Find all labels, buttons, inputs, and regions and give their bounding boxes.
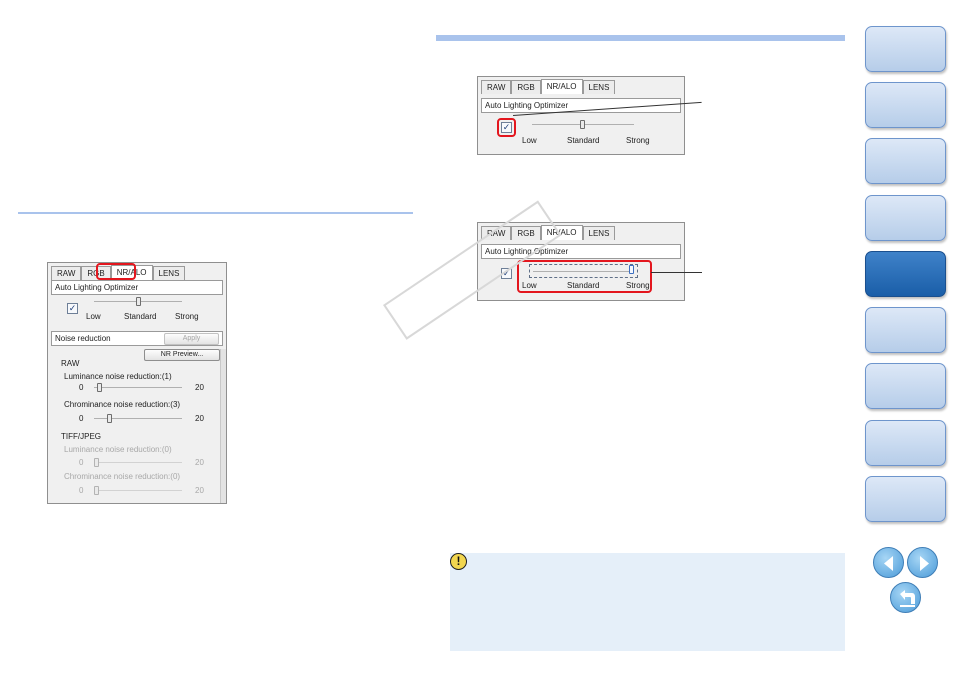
return-button[interactable] [890,582,921,613]
previous-page-button[interactable] [873,547,904,578]
apply-button[interactable]: Apply [164,333,219,345]
raw-chrominance-max: 20 [195,414,204,423]
panel-scrollbar[interactable] [220,349,226,503]
raw-luminance-max: 20 [195,383,204,392]
alo-section-header: Auto Lighting Optimizer [51,280,223,295]
tab-lens[interactable]: LENS [582,80,616,94]
side-tab-8[interactable] [865,420,946,466]
arrow-left-icon [884,556,893,571]
tiff-chrominance-thumb [94,486,99,495]
right-alo-panel-checkbox: RAW RGB NR/ALO LENS Auto Lighting Optimi… [477,76,685,155]
raw-chrominance-label: Chrominance noise reduction:(3) [64,400,181,409]
tab-rgb[interactable]: RGB [511,80,541,94]
tiff-luminance-track [94,462,182,463]
raw-chrominance-thumb[interactable] [107,414,112,423]
tiff-chrominance-label: Chrominance noise reduction:(0) [64,472,181,481]
slider-highlight [517,260,652,293]
side-tab-4[interactable] [865,195,946,241]
raw-chrominance-min: 0 [79,414,84,423]
alo-label-standard: Standard [124,312,157,321]
tab-raw[interactable]: RAW [51,266,82,280]
alo-label-strong: Strong [626,136,650,145]
tiff-luminance-max: 20 [195,458,204,467]
alo-label-low: Low [522,136,537,145]
raw-heading: RAW [61,359,80,368]
nr-preview-button[interactable]: NR Preview... [144,349,220,361]
side-tab-6[interactable] [865,307,946,353]
caution-note-box: ! [450,553,845,651]
alo-label-low: Low [86,312,101,321]
callout-line-2 [651,272,702,273]
raw-luminance-track [94,387,182,388]
tab-raw[interactable]: RAW [481,80,512,94]
tab-lens[interactable]: LENS [582,226,616,240]
tiff-chrominance-max: 20 [195,486,204,495]
side-tab-5-current[interactable] [865,251,946,297]
side-tab-7[interactable] [865,363,946,409]
nr-alo-tab-highlight [96,263,136,280]
raw-luminance-min: 0 [79,383,84,392]
tiff-luminance-label: Luminance noise reduction:(0) [64,445,172,454]
next-page-button[interactable] [907,547,938,578]
tiff-heading: TIFF/JPEG [61,432,101,441]
alo-slider-thumb[interactable] [136,297,141,306]
tab-bar: RAW RGB NR/ALO LENS [481,79,616,94]
alo-label-standard: Standard [567,136,600,145]
raw-luminance-label: Luminance noise reduction:(1) [64,372,172,381]
tiff-chrominance-min: 0 [79,486,84,495]
side-tab-9[interactable] [865,476,946,522]
return-icon [900,590,915,607]
section-rule-left [18,212,413,214]
tab-nr-alo[interactable]: NR/ALO [540,79,583,94]
tiff-luminance-thumb [94,458,99,467]
side-tab-1[interactable] [865,26,946,72]
side-tab-2[interactable] [865,82,946,128]
tab-lens[interactable]: LENS [152,266,186,280]
left-nr-alo-panel: RAW RGB NR/ALO LENS Auto Lighting Optimi… [47,262,227,504]
section-rule-top [436,35,845,41]
alo-checkbox[interactable]: ✓ [67,303,78,314]
alo-slider-thumb[interactable] [580,120,585,129]
arrow-right-icon [920,556,929,571]
caution-icon: ! [450,553,467,570]
checkbox-highlight [497,118,516,137]
tiff-luminance-min: 0 [79,458,84,467]
raw-luminance-thumb[interactable] [97,383,102,392]
alo-label-strong: Strong [175,312,199,321]
side-tab-3[interactable] [865,138,946,184]
tiff-chrominance-track [94,490,182,491]
